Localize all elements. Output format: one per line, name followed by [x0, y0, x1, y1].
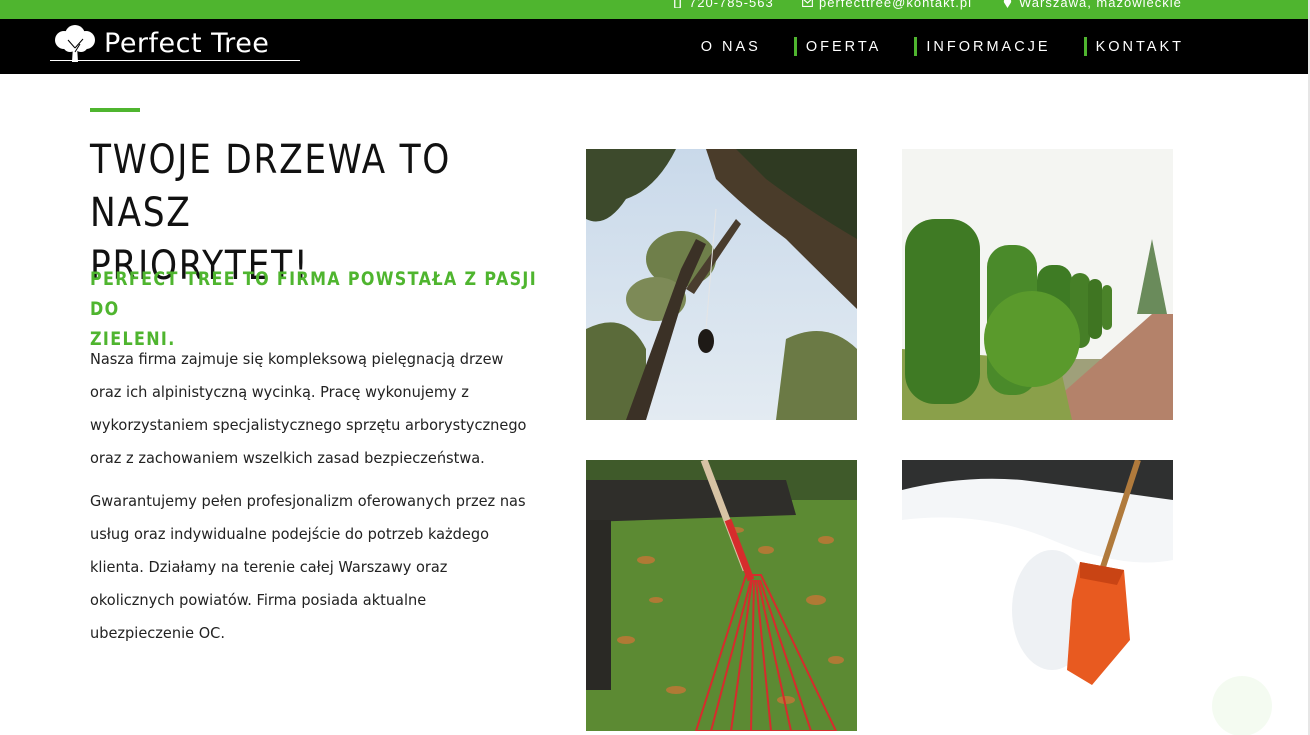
nav-separator	[793, 37, 797, 56]
scroll-top-button[interactable]	[1212, 676, 1272, 735]
photo-leaf-rake	[586, 460, 857, 731]
email-address: perfecttree@kontakt.pl	[819, 0, 972, 10]
email-info[interactable]: perfecttree@kontakt.pl	[802, 0, 972, 10]
location-text: Warszawa, mazowieckie	[1019, 0, 1182, 10]
location-icon	[1003, 0, 1012, 8]
photo-hedges	[902, 149, 1173, 420]
nav-item-o-nas[interactable]: O NAS	[701, 39, 761, 55]
top-info-bar: 720-785-563 perfecttree@kontakt.pl Warsz…	[0, 0, 1310, 19]
about-paragraph-1: Nasza firma zajmuje się kompleksową piel…	[90, 350, 527, 467]
phone-number: 720-785-563	[689, 0, 774, 10]
section-accent-line	[90, 108, 140, 112]
phone-info[interactable]: 720-785-563	[672, 0, 774, 10]
phone-icon	[674, 0, 681, 8]
logo-underline	[50, 60, 300, 61]
nav-item-informacje[interactable]: INFORMACJE	[926, 39, 1050, 55]
nav-item-oferta[interactable]: OFERTA	[806, 39, 881, 55]
main-header: Perfect Tree O NAS OFERTA INFORMACJE KON…	[0, 19, 1310, 74]
tree-logo-icon	[55, 25, 95, 62]
main-nav: O NAS OFERTA INFORMACJE KONTAKT	[701, 37, 1184, 56]
about-paragraph-2: Gwarantujemy pełen profesjonalizm oferow…	[90, 492, 526, 642]
photo-snow-shovel	[902, 460, 1173, 731]
location-info: Warszawa, mazowieckie	[1002, 0, 1182, 10]
site-logo[interactable]: Perfect Tree	[50, 24, 269, 64]
logo-text: Perfect Tree	[104, 28, 270, 59]
photo-tree-climber	[586, 149, 857, 420]
nav-item-kontakt[interactable]: KONTAKT	[1096, 39, 1184, 55]
email-icon	[802, 0, 813, 7]
nav-separator	[1083, 37, 1087, 56]
nav-separator	[914, 37, 918, 56]
section-subtitle: PERFECT TREE TO FIRMA POWSTAŁA Z PASJI D…	[90, 268, 537, 350]
